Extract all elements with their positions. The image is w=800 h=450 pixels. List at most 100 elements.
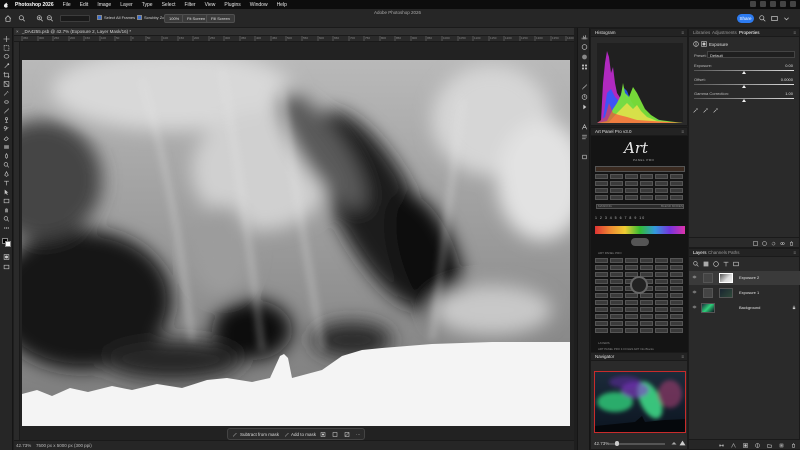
art-panel-button[interactable] xyxy=(640,188,653,193)
art-panel-button[interactable] xyxy=(655,265,668,270)
art-panel-button[interactable] xyxy=(625,195,638,200)
art-panel-button[interactable] xyxy=(655,174,668,179)
art-panel-button[interactable] xyxy=(640,328,653,333)
fill-screen-button[interactable]: Fill Screen xyxy=(206,14,235,23)
healing-brush-tool-icon[interactable] xyxy=(3,99,10,105)
delete-layer-icon[interactable] xyxy=(791,443,796,448)
art-panel-button[interactable] xyxy=(610,328,623,333)
background-color-swatch[interactable] xyxy=(5,241,11,247)
art-panel-button[interactable] xyxy=(655,181,668,186)
art-panel-button[interactable] xyxy=(625,314,638,319)
subtract-from-mask-button[interactable]: Subtract from mask xyxy=(240,431,279,438)
property-value[interactable]: 0.0000 xyxy=(781,77,793,82)
select-all-frames-checkbox[interactable]: Select All Frames xyxy=(97,15,135,20)
art-panel-button[interactable] xyxy=(610,174,623,179)
eyedropper-gray-icon[interactable] xyxy=(703,107,709,113)
menu-item-type[interactable]: Type xyxy=(142,2,153,8)
property-slider-knob[interactable] xyxy=(742,99,746,102)
character-panel-icon[interactable] xyxy=(581,124,588,130)
layer-visibility-eye-icon[interactable] xyxy=(692,290,697,294)
eyedropper-white-icon[interactable] xyxy=(713,107,719,113)
art-panel-button[interactable] xyxy=(655,286,668,291)
search-icon[interactable] xyxy=(759,15,766,22)
status-icon[interactable] xyxy=(790,1,796,7)
home-icon[interactable] xyxy=(4,15,12,22)
art-panel-button[interactable] xyxy=(655,314,668,319)
eyedropper-tool-icon[interactable] xyxy=(3,90,10,96)
art-panel-button[interactable] xyxy=(595,314,608,319)
view-previous-icon[interactable] xyxy=(762,241,767,246)
art-panel-button[interactable] xyxy=(640,265,653,270)
swatches-panel-icon[interactable] xyxy=(581,64,588,70)
panel-menu-icon[interactable]: ≡ xyxy=(681,129,684,134)
art-panel-button[interactable] xyxy=(610,293,623,298)
art-panel-button[interactable] xyxy=(595,174,608,179)
more-options-button[interactable]: ··· xyxy=(356,431,361,438)
navigator-zoom-value[interactable]: 42.73% xyxy=(594,441,609,446)
art-panel-button[interactable] xyxy=(610,300,623,305)
menu-item-layer[interactable]: Layer xyxy=(120,2,133,8)
art-panel-button[interactable] xyxy=(640,174,653,179)
crop-tool-icon[interactable] xyxy=(3,72,10,78)
art-panel-button[interactable] xyxy=(595,188,608,193)
adjustment-thumbnail[interactable] xyxy=(703,273,713,283)
zoom-out-small-icon[interactable] xyxy=(671,441,677,446)
art-panel-button[interactable] xyxy=(670,286,683,291)
filter-adjustment-icon[interactable] xyxy=(713,261,719,267)
art-panel-button[interactable] xyxy=(610,188,623,193)
layer-row[interactable]: Exposure 1 xyxy=(689,286,800,300)
brush-settings-icon[interactable] xyxy=(581,84,588,90)
navigator-zoom-knob[interactable] xyxy=(615,441,619,446)
art-panel-button[interactable] xyxy=(595,272,608,277)
art-panel-button[interactable] xyxy=(670,293,683,298)
panel-menu-icon[interactable]: ≡ xyxy=(681,354,684,359)
art-panel-button[interactable] xyxy=(670,258,683,263)
mask-icon[interactable] xyxy=(701,41,707,47)
art-panel-button[interactable] xyxy=(625,307,638,312)
new-adjustment-icon[interactable] xyxy=(755,443,760,448)
property-value[interactable]: 0.00 xyxy=(785,63,793,68)
navigator-thumbnail[interactable] xyxy=(594,371,686,433)
new-group-icon[interactable] xyxy=(767,443,772,448)
art-panel-button[interactable] xyxy=(625,181,638,186)
art-panel-button[interactable] xyxy=(610,272,623,277)
art-panel-button[interactable] xyxy=(610,258,623,263)
trash-icon[interactable] xyxy=(789,241,794,246)
art-panel-button[interactable] xyxy=(655,272,668,277)
menu-item-app[interactable]: Photoshop 2026 xyxy=(15,2,54,8)
layer-visibility-eye-icon[interactable] xyxy=(692,305,697,309)
art-panel-button[interactable] xyxy=(595,321,608,326)
navigator-title[interactable]: Navigator xyxy=(595,354,614,359)
art-panel-button[interactable] xyxy=(670,307,683,312)
apple-icon[interactable] xyxy=(3,2,9,8)
menu-item-select[interactable]: Select xyxy=(162,2,176,8)
art-panel-button[interactable] xyxy=(655,188,668,193)
art-panel-main-dial[interactable] xyxy=(630,276,648,294)
art-panel-button[interactable] xyxy=(655,328,668,333)
art-panel-button[interactable] xyxy=(595,300,608,305)
blur-tool-icon[interactable] xyxy=(3,153,10,159)
art-panel-button[interactable] xyxy=(595,307,608,312)
art-panel-button[interactable] xyxy=(640,307,653,312)
art-panel-button[interactable] xyxy=(670,321,683,326)
zoom-out-icon[interactable] xyxy=(46,15,54,22)
art-panel-color-row[interactable] xyxy=(595,226,685,234)
paragraph-panel-icon[interactable] xyxy=(581,134,588,140)
art-panel-button[interactable] xyxy=(670,174,683,179)
menu-item-file[interactable]: File xyxy=(63,2,71,8)
pen-tool-icon[interactable] xyxy=(3,171,10,177)
art-panel-button[interactable] xyxy=(670,300,683,305)
status-icon[interactable] xyxy=(780,1,786,7)
tab-channels[interactable]: Channels xyxy=(708,250,727,255)
status-zoom[interactable]: 42.73% xyxy=(16,443,31,448)
status-menu-arrow[interactable]: › xyxy=(84,443,86,448)
art-panel-button[interactable] xyxy=(640,314,653,319)
art-panel-button[interactable] xyxy=(655,279,668,284)
art-panel-button[interactable] xyxy=(625,328,638,333)
art-panel-button[interactable] xyxy=(595,258,608,263)
zoom-tool-icon[interactable] xyxy=(18,15,26,22)
history-brush-tool-icon[interactable] xyxy=(3,126,10,132)
move-tool-icon[interactable] xyxy=(3,36,10,42)
actions-panel-icon[interactable] xyxy=(581,104,588,110)
add-mask-icon[interactable] xyxy=(743,443,748,448)
